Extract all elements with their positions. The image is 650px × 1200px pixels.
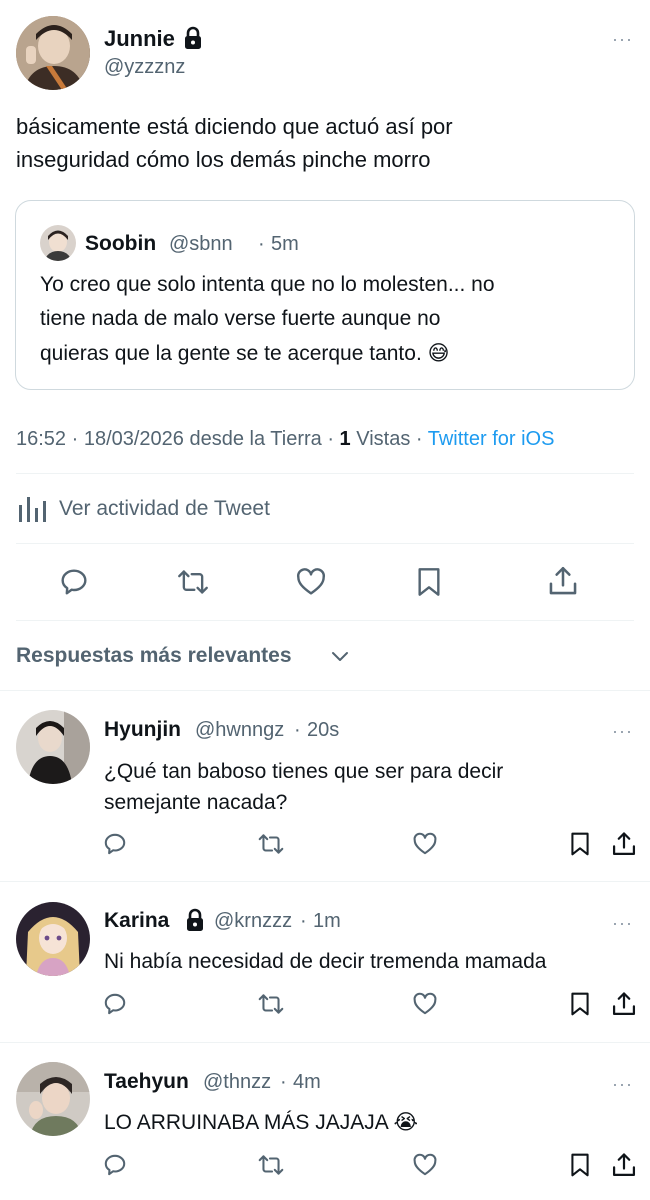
reply-text-line-1: ¿Qué tan baboso tienes que ser para deci… [104, 760, 504, 783]
lock-icon [184, 908, 206, 932]
quote-author-handle: @sbnn [169, 233, 233, 255]
reply-author-handle[interactable]: @krnzzz [214, 910, 292, 933]
avatar-soobin [40, 225, 76, 261]
divider [16, 543, 634, 544]
bookmark-icon[interactable] [414, 566, 444, 598]
bookmark-icon[interactable] [568, 831, 592, 857]
like-icon[interactable] [412, 1152, 438, 1178]
reply-text-line-1: LO ARRUINABA MÁS JAJAJA 😭 [104, 1110, 418, 1135]
reply-icon[interactable] [58, 566, 90, 598]
views-label: Vistas · [350, 428, 428, 450]
divider [16, 620, 634, 621]
bookmark-icon[interactable] [568, 991, 592, 1017]
reply-time: 1m [313, 910, 341, 932]
activity-label: Ver actividad de Tweet [59, 497, 270, 520]
reply-author-name[interactable]: Taehyun [104, 1070, 189, 1094]
views-count: 1 [339, 428, 351, 450]
like-icon[interactable] [295, 566, 327, 598]
retweet-icon[interactable] [257, 991, 285, 1017]
reply-separator: · [300, 910, 307, 932]
bookmark-icon[interactable] [568, 1152, 592, 1178]
reply-author-name[interactable]: Hyunjin [104, 718, 181, 742]
quoted-tweet-card[interactable]: Soobin @sbnn · 5m Yo creo que solo inten… [15, 200, 635, 390]
reply-icon[interactable] [102, 831, 128, 857]
reply-author-handle[interactable]: @hwnngz [195, 719, 284, 742]
like-icon[interactable] [412, 991, 438, 1017]
reply-icon[interactable] [102, 1152, 128, 1178]
reply-time: 20s [307, 719, 340, 741]
share-icon[interactable] [610, 1151, 638, 1179]
share-icon[interactable] [546, 564, 580, 598]
lock-icon [182, 26, 204, 50]
reply-time: 4m [293, 1071, 321, 1093]
more-options-icon[interactable]: ··· [612, 914, 633, 932]
quote-text-line-2: tiene nada de malo verse fuerte aunque n… [40, 307, 441, 330]
share-icon[interactable] [610, 990, 638, 1018]
reply-text-line-2: semejante nacada? [104, 791, 288, 814]
divider [0, 1042, 650, 1043]
reply-text-line-1: Ni había necesidad de decir tremenda mam… [104, 950, 547, 973]
divider [0, 881, 650, 882]
tweet-timestamp[interactable]: 16:52 · 18/03/2026 desde la Tierra · [16, 428, 340, 450]
reply-icon[interactable] [102, 991, 128, 1017]
quote-text-line-3-text: quieras que la gente se te acerque tanto… [40, 342, 422, 365]
client-link[interactable]: Twitter for iOS [428, 428, 555, 450]
quote-separator: · [258, 233, 265, 255]
author-handle[interactable]: @yzzznz [104, 56, 185, 79]
tweet-text-line-1: básicamente está diciendo que actuó así … [16, 114, 453, 139]
reply-text: LO ARRUINABA MÁS JAJAJA [104, 1111, 388, 1134]
share-icon[interactable] [610, 830, 638, 858]
quote-text-line-1: Yo creo que solo intenta que no lo moles… [40, 273, 495, 296]
retweet-icon[interactable] [176, 566, 210, 598]
more-options-icon[interactable]: ··· [612, 30, 633, 48]
avatar-hyunjin[interactable] [16, 710, 90, 784]
divider [16, 473, 634, 474]
quote-author-name: Soobin [85, 232, 157, 255]
reply-separator: · [294, 719, 301, 741]
sweat-smile-emoji: 😅 [427, 342, 450, 365]
tweet-text-line-2: inseguridad cómo los demás pinche morro [16, 147, 431, 172]
more-options-icon[interactable]: ··· [612, 722, 633, 740]
reply-author-handle[interactable]: @thnzz [203, 1071, 271, 1094]
quote-time: 5m [271, 233, 299, 255]
replies-sort-label: Respuestas más relevantes [16, 644, 292, 667]
avatar-karina[interactable] [16, 902, 90, 976]
divider [0, 690, 650, 691]
author-name[interactable]: Junnie [104, 26, 175, 52]
quote-text-line-3: quieras que la gente se te acerque tanto… [40, 341, 450, 366]
avatar-junnie[interactable] [16, 16, 90, 90]
retweet-icon[interactable] [257, 831, 285, 857]
crying-emoji: 😭 [393, 1111, 418, 1134]
retweet-icon[interactable] [257, 1152, 285, 1178]
chevron-down-icon [329, 645, 351, 667]
like-icon[interactable] [412, 831, 438, 857]
more-options-icon[interactable]: ··· [612, 1075, 633, 1093]
tweet-meta: 16:52 · 18/03/2026 desde la Tierra · 1 V… [16, 428, 554, 451]
reply-separator: · [280, 1071, 287, 1093]
avatar-taehyun[interactable] [16, 1062, 90, 1136]
reply-author-name[interactable]: Karina [104, 909, 169, 933]
analytics-icon [18, 495, 48, 523]
